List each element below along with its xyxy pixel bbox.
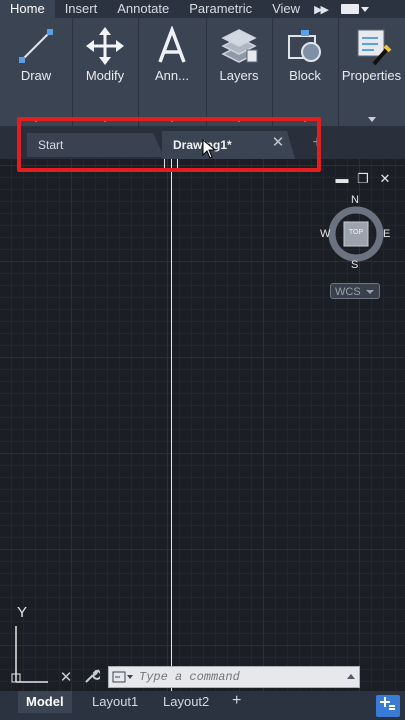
mouse-cursor-icon — [202, 138, 217, 164]
chevron-up-icon[interactable] — [347, 674, 355, 679]
add-layout-button[interactable]: + — [232, 692, 241, 710]
ribbon: Draw Modify Ann... Layers Block Properti… — [0, 18, 405, 127]
tab-layout1[interactable]: Layout1 — [84, 691, 146, 713]
layout-tab-bar: Model Layout1 Layout2 + — [0, 691, 405, 720]
ucs-icon: Y — [8, 604, 48, 688]
annotation-panel[interactable]: Ann... — [138, 18, 207, 126]
draw-button[interactable]: Draw — [0, 18, 72, 102]
viewcube[interactable]: N S W E TOP — [320, 194, 390, 271]
draw-label: Draw — [20, 68, 52, 83]
compass-west[interactable]: W — [320, 228, 330, 240]
properties-icon — [357, 29, 391, 66]
workspace-dropdown-icon[interactable] — [340, 4, 369, 14]
properties-panel[interactable]: Properties — [338, 18, 405, 126]
text-a-icon — [158, 26, 186, 63]
layers-button[interactable]: Layers — [206, 18, 272, 102]
viewcube-top-face[interactable]: TOP — [346, 229, 366, 236]
compass-north[interactable]: N — [351, 194, 359, 206]
tab-home[interactable]: Home — [0, 0, 55, 18]
viewport-minimize-button[interactable]: ▬ — [335, 171, 349, 186]
ucs-axes-icon — [11, 626, 48, 683]
tab-view[interactable]: View — [262, 0, 310, 18]
command-input[interactable] — [137, 669, 341, 685]
tab-annotate[interactable]: Annotate — [107, 0, 179, 18]
tab-layout2[interactable]: Layout2 — [155, 691, 217, 713]
block-label: Block — [289, 68, 321, 83]
tab-insert[interactable]: Insert — [55, 0, 108, 18]
draw-panel[interactable]: Draw — [0, 18, 73, 126]
block-icon — [288, 30, 321, 62]
properties-label: Properties — [341, 68, 402, 83]
command-history-icon[interactable] — [109, 667, 137, 687]
line-icon — [19, 29, 53, 63]
customization-icon — [380, 697, 395, 710]
modify-label: Modify — [85, 68, 125, 83]
tab-parametric[interactable]: Parametric — [179, 0, 262, 18]
layers-icon — [221, 29, 258, 63]
move-arrows-icon — [86, 27, 124, 65]
ucs-y-label: Y — [17, 604, 28, 621]
crosshair-line — [171, 159, 172, 691]
modify-panel[interactable]: Modify — [72, 18, 139, 126]
chevron-down-icon[interactable] — [367, 117, 376, 122]
ribbon-tab-bar: Home Insert Annotate Parametric View ▶▶ — [0, 0, 405, 18]
layers-panel[interactable]: Layers — [206, 18, 273, 126]
wrench-icon[interactable] — [84, 668, 102, 688]
command-line[interactable] — [108, 666, 360, 688]
properties-button[interactable]: Properties — [338, 18, 405, 102]
compass-south[interactable]: S — [351, 259, 358, 271]
command-close-icon[interactable]: ✕ — [58, 668, 74, 686]
annotation-button[interactable]: Ann... — [138, 18, 206, 102]
block-panel[interactable]: Block — [272, 18, 339, 126]
viewport-close-button[interactable]: ✕ — [378, 171, 392, 187]
annotation-label: Ann... — [155, 68, 189, 83]
compass-east[interactable]: E — [383, 228, 390, 240]
viewport-restore-button[interactable]: ❐ — [356, 171, 370, 187]
layers-label: Layers — [219, 68, 259, 83]
tab-model[interactable]: Model — [18, 691, 72, 713]
tab-highlight-box — [17, 117, 321, 172]
modify-button[interactable]: Modify — [72, 18, 138, 102]
wcs-dropdown[interactable]: WCS — [330, 283, 380, 299]
customize-status-button[interactable] — [376, 695, 400, 717]
block-button[interactable]: Block — [272, 18, 338, 102]
double-chevron-right-icon[interactable]: ▶▶ — [314, 3, 329, 16]
